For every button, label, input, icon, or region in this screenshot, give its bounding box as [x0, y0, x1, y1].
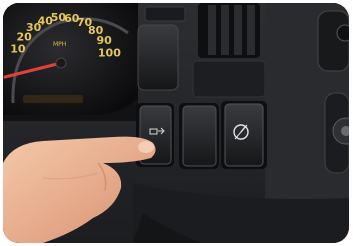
dashboard-photo: 10 20 30 40 50 60 70 80 90 100 MPH [3, 3, 349, 243]
speedometer-number: 90 [96, 34, 112, 47]
dashboard-svg: 102030405060708090100 MPH [3, 3, 349, 243]
cruise-control-switch[interactable] [224, 103, 264, 167]
upper-control-slot [144, 6, 186, 22]
speedometer-number: 100 [98, 47, 121, 60]
speedometer-number: 10 [10, 43, 26, 56]
needle-hub [55, 57, 67, 69]
blank-switch-lower[interactable] [182, 105, 217, 167]
vent-surround [192, 60, 266, 98]
odometer-strip [23, 95, 83, 103]
photo-frame: 10 20 30 40 50 60 70 80 90 100 MPH [0, 0, 353, 246]
blank-switch-upper[interactable] [137, 24, 179, 91]
speedometer-unit: MPH [53, 41, 66, 48]
right-knob[interactable] [336, 24, 349, 42]
fingertip [138, 141, 154, 153]
